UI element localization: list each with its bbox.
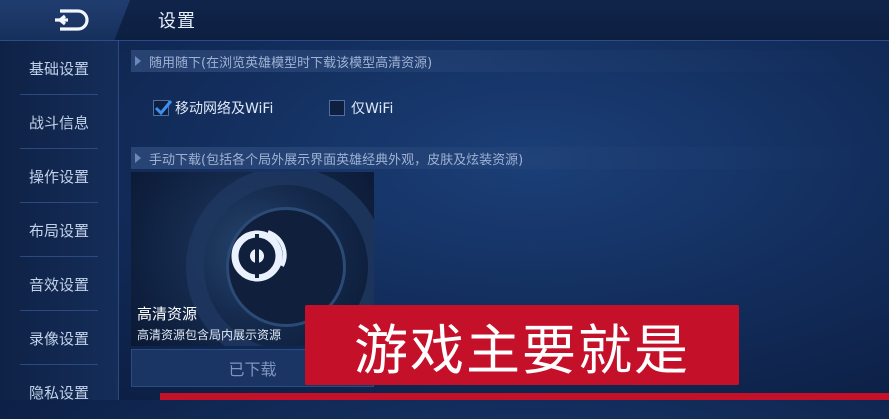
sidebar: 基础设置 战斗信息 操作设置 布局设置 音效设置 录像设置 隐私设置 <box>0 41 119 402</box>
section-title: 手动下载(包括各个局外展示界面英雄经典外观，皮肤及炫装资源) <box>149 152 524 168</box>
option-mobile-and-wifi[interactable]: 移动网络及WiFi <box>153 98 273 118</box>
checkbox-mobile-and-wifi[interactable] <box>153 100 173 116</box>
card-description: 高清资源包含局内展示资源 <box>137 328 282 342</box>
checkbox-wifi-only[interactable] <box>329 100 345 116</box>
card-title: 高清资源 <box>137 305 198 323</box>
header-bar: 设置 <box>0 0 889 41</box>
back-arrow-icon <box>55 9 89 31</box>
caption-bar <box>160 393 889 400</box>
page-title: 设置 <box>158 11 196 32</box>
chevron-right-icon <box>135 153 141 163</box>
section-header-manual-download: 手动下载(包括各个局外展示界面英雄经典外观，皮肤及炫装资源) <box>131 147 871 169</box>
checkmark-icon <box>154 100 173 116</box>
back-button[interactable] <box>0 0 130 40</box>
section-title: 随用随下(在浏览英雄模型时下载该模型高清资源) <box>149 55 433 71</box>
sidebar-item-controls[interactable]: 操作设置 <box>0 149 118 203</box>
sidebar-item-battle-info[interactable]: 战斗信息 <box>0 95 118 149</box>
sidebar-item-layout[interactable]: 布局设置 <box>0 203 118 257</box>
subtitle-caption: 游戏主要就是 <box>305 305 739 385</box>
hd-resource-emblem-icon <box>231 230 287 282</box>
option-label: 移动网络及WiFi <box>175 101 274 117</box>
option-label: 仅WiFi <box>351 101 394 117</box>
section-header-on-demand: 随用随下(在浏览英雄模型时下载该模型高清资源) <box>131 50 871 72</box>
chevron-right-icon <box>135 56 141 66</box>
sidebar-item-audio[interactable]: 音效设置 <box>0 257 118 311</box>
sidebar-item-basic[interactable]: 基础设置 <box>0 41 118 95</box>
sidebar-item-recording[interactable]: 录像设置 <box>0 311 118 365</box>
sidebar-item-privacy[interactable]: 隐私设置 <box>0 365 118 419</box>
option-wifi-only[interactable]: 仅WiFi <box>329 98 393 118</box>
